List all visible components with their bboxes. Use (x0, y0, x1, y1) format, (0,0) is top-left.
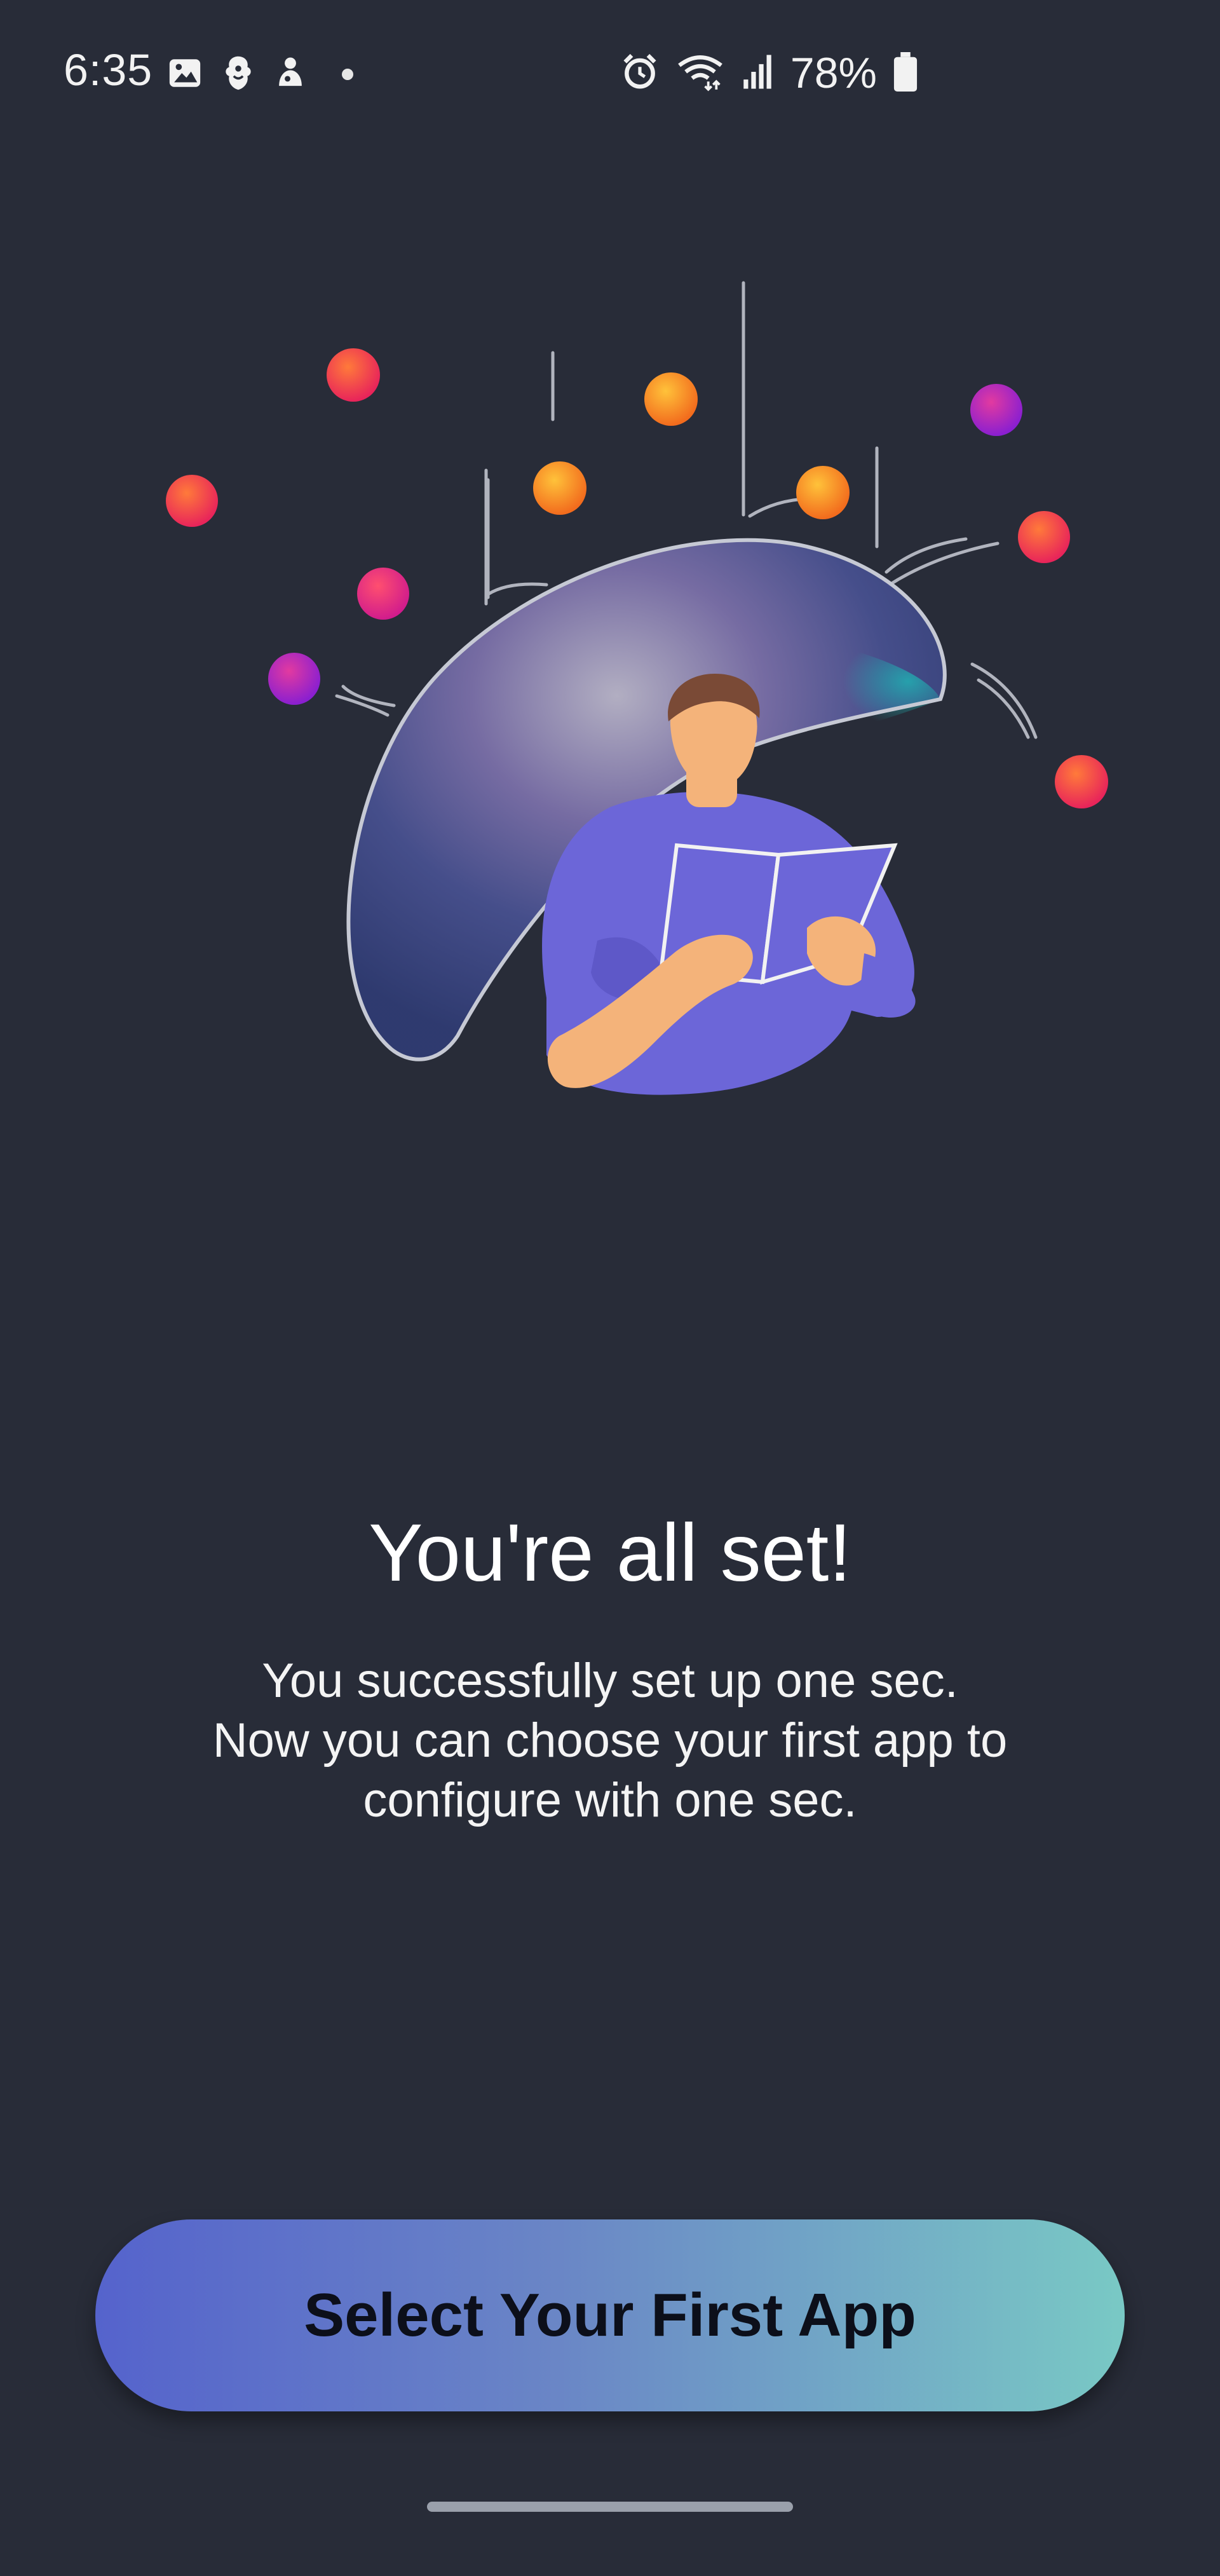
alarm-icon (620, 52, 660, 95)
status-time: 6:35 (64, 45, 153, 95)
page-title: You're all set! (369, 1508, 851, 1598)
notification-icons (166, 52, 353, 97)
more-dot-icon (342, 69, 353, 80)
subtitle-line: configure with one sec. (363, 1773, 857, 1827)
signal-icon (741, 53, 774, 93)
subtitle-line: You successfully set up one sec. (262, 1654, 958, 1708)
gallery-icon (166, 55, 203, 95)
page-subtitle: You successfully set up one sec. Now you… (165, 1651, 1055, 1830)
battery-percent: 78% (790, 49, 877, 97)
select-first-app-label: Select Your First App (304, 2281, 916, 2349)
setup-complete-screen: 6:35 78% You're all set! You successfull… (0, 0, 1220, 2576)
subtitle-line: Now you can choose your first app to (212, 1714, 1008, 1768)
premier-league-icon (220, 53, 257, 96)
status-bar: 6:35 78% (0, 0, 1220, 146)
select-first-app-button[interactable]: Select Your First App (95, 2219, 1125, 2411)
wifi-icon (676, 52, 724, 95)
app-notification-icon (273, 55, 308, 95)
person-reading-illustration (152, 191, 1131, 1169)
battery-icon (893, 51, 918, 95)
home-indicator[interactable] (427, 2502, 793, 2512)
system-status-icons: 78% (620, 44, 918, 102)
